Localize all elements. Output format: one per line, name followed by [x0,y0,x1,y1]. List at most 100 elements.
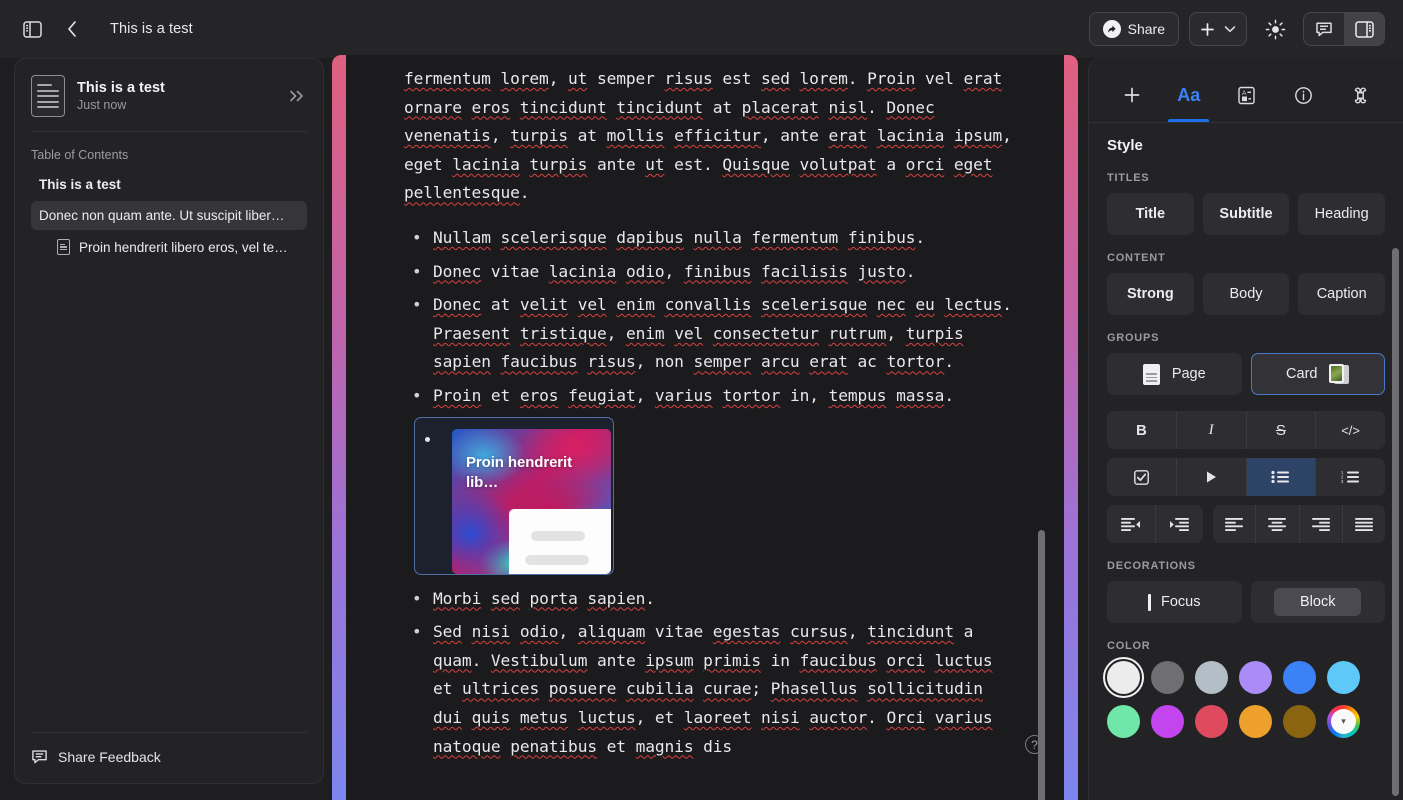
color-swatch[interactable] [1151,661,1184,694]
toc-list: This is a test Donec non quam ante. Ut s… [15,170,323,262]
color-wheel-picker[interactable]: ▾ [1327,705,1360,738]
color-swatch[interactable] [1195,661,1228,694]
plus-icon [1200,22,1215,37]
content-section-label: CONTENT [1107,252,1166,264]
bullet-list-icon[interactable] [1246,458,1317,496]
list-item[interactable]: Sed nisi odio, aliquam vitae egestas cur… [404,618,1020,761]
groups-section-label: GROUPS [1107,332,1160,344]
add-button[interactable] [1189,12,1247,46]
card-content-placeholder [509,508,611,574]
style-title-button[interactable]: Title [1107,193,1194,235]
checkbox-list-icon[interactable] [1107,458,1177,496]
card-stack-icon [1329,363,1350,385]
panel-toggle-group [1303,12,1385,46]
tab-translate[interactable]: A [1217,68,1274,122]
group-page-label: Page [1171,366,1206,382]
color-swatch[interactable] [1151,705,1184,738]
editor-region: fermentum lorem, ut semper risus est sed… [332,55,1078,800]
toolbar-right-group: Share [1088,12,1403,46]
document-paragraph[interactable]: fermentum lorem, ut semper risus est sed… [404,65,1020,208]
align-center-icon[interactable] [1256,505,1300,543]
numbered-list-icon[interactable]: 1 2 3 [1316,458,1385,496]
style-heading: Style [1107,137,1143,154]
document-editor[interactable]: fermentum lorem, ut semper risus est sed… [346,55,1064,800]
toggle-list-icon[interactable] [1177,458,1247,496]
list-item[interactable]: Nullam scelerisque dapibus nulla ferment… [404,224,1020,253]
italic-icon[interactable]: I [1177,411,1247,449]
sidebar-header[interactable]: This is a test Just now [15,59,323,129]
titles-button-row: Title Subtitle Heading [1107,193,1386,235]
color-swatch[interactable] [1107,705,1140,738]
chevron-down-icon [1224,25,1236,33]
style-strong-button[interactable]: Strong [1107,273,1194,315]
share-label: Share [1127,21,1165,37]
strikethrough-icon[interactable]: S [1247,411,1317,449]
sidebar-left-icon[interactable] [14,12,50,46]
sidebar-right-icon[interactable] [1344,13,1384,45]
back-chevron-left-icon[interactable] [54,12,90,46]
list-item[interactable]: Morbi sed porta sapien. [404,585,1020,614]
embedded-card[interactable]: Proin hendrerit lib… [414,416,614,575]
page-title: This is a test [110,21,193,37]
share-button[interactable]: Share [1088,12,1179,46]
code-icon[interactable]: </> [1316,411,1385,449]
inspector-scrollbar[interactable] [1392,248,1399,796]
svg-text:A: A [1242,90,1247,97]
indent-icon[interactable] [1156,505,1204,543]
toolbar-left-group: This is a test [0,12,193,46]
left-sidebar: This is a test Just now Table of Content… [14,58,324,784]
tab-shortcuts[interactable] [1332,68,1389,122]
color-swatch[interactable] [1327,661,1360,694]
comment-bubble-icon[interactable] [1304,13,1344,45]
tab-insert[interactable] [1103,68,1160,122]
style-heading-button[interactable]: Heading [1298,193,1386,235]
group-page-button[interactable]: Page [1107,353,1242,395]
color-swatch[interactable] [1103,657,1144,698]
chevrons-right-icon[interactable] [284,89,309,103]
toc-item-1[interactable]: Donec non quam ante. Ut suscipit liber… [31,201,307,230]
list-item[interactable]: Proin et eros feugiat, varius tortor in,… [404,382,1020,411]
tab-format[interactable]: Aa [1160,68,1217,122]
outdent-icon[interactable] [1107,505,1156,543]
toc-item-0[interactable]: This is a test [31,170,307,199]
groups-button-row: Page Card [1107,353,1385,395]
color-swatch[interactable] [1239,661,1272,694]
indent-align-rows [1107,505,1385,543]
align-row [1213,505,1385,543]
inspector-tabs: Aa A [1089,58,1403,123]
toc-item-2-label: Proin hendrerit libero eros, vel te… [79,239,288,255]
document-lines-icon [31,75,65,117]
card-title: Proin hendrerit lib… [466,453,573,491]
decoration-block-button[interactable]: Block [1250,581,1385,623]
editor-scrollbar[interactable] [1038,530,1045,800]
align-justify-icon[interactable] [1343,505,1385,543]
tab-info[interactable] [1275,68,1332,122]
top-toolbar: This is a test Share [0,0,1403,58]
group-card-button[interactable]: Card [1250,353,1385,395]
sidebar-doc-title: This is a test [77,80,165,96]
color-swatch[interactable] [1195,705,1228,738]
card-bullet-dot [425,436,430,442]
text-format-row: B I S </> [1107,411,1385,449]
brightness-sun-icon[interactable] [1257,12,1293,46]
align-right-icon[interactable] [1300,505,1343,543]
color-swatch[interactable] [1239,705,1272,738]
focus-bar-icon [1148,593,1151,611]
share-feedback-button[interactable]: Share Feedback [15,733,323,783]
content-button-row: Strong Body Caption [1107,273,1386,315]
style-subtitle-button[interactable]: Subtitle [1202,193,1290,235]
bold-icon[interactable]: B [1107,411,1177,449]
style-body-button[interactable]: Body [1202,273,1290,315]
decorations-row: Focus Block [1107,581,1385,623]
style-caption-button[interactable]: Caption [1298,273,1386,315]
list-item[interactable]: Donec at velit vel enim convallis sceler… [404,291,1020,377]
right-inspector-panel: Aa A Style TITLES Title Subtitle Heading… [1088,58,1403,800]
decoration-focus-button[interactable]: Focus [1107,581,1242,623]
color-swatch[interactable] [1283,705,1316,738]
align-left-icon[interactable] [1213,505,1257,543]
document-bullet-list: Nullam scelerisque dapibus nulla ferment… [404,224,1020,761]
list-item[interactable]: Donec vitae lacinia odio, finibus facili… [404,258,1020,287]
toc-item-2[interactable]: Proin hendrerit libero eros, vel te… [31,232,307,262]
share-arrow-icon [1102,20,1121,38]
color-swatch[interactable] [1283,661,1316,694]
